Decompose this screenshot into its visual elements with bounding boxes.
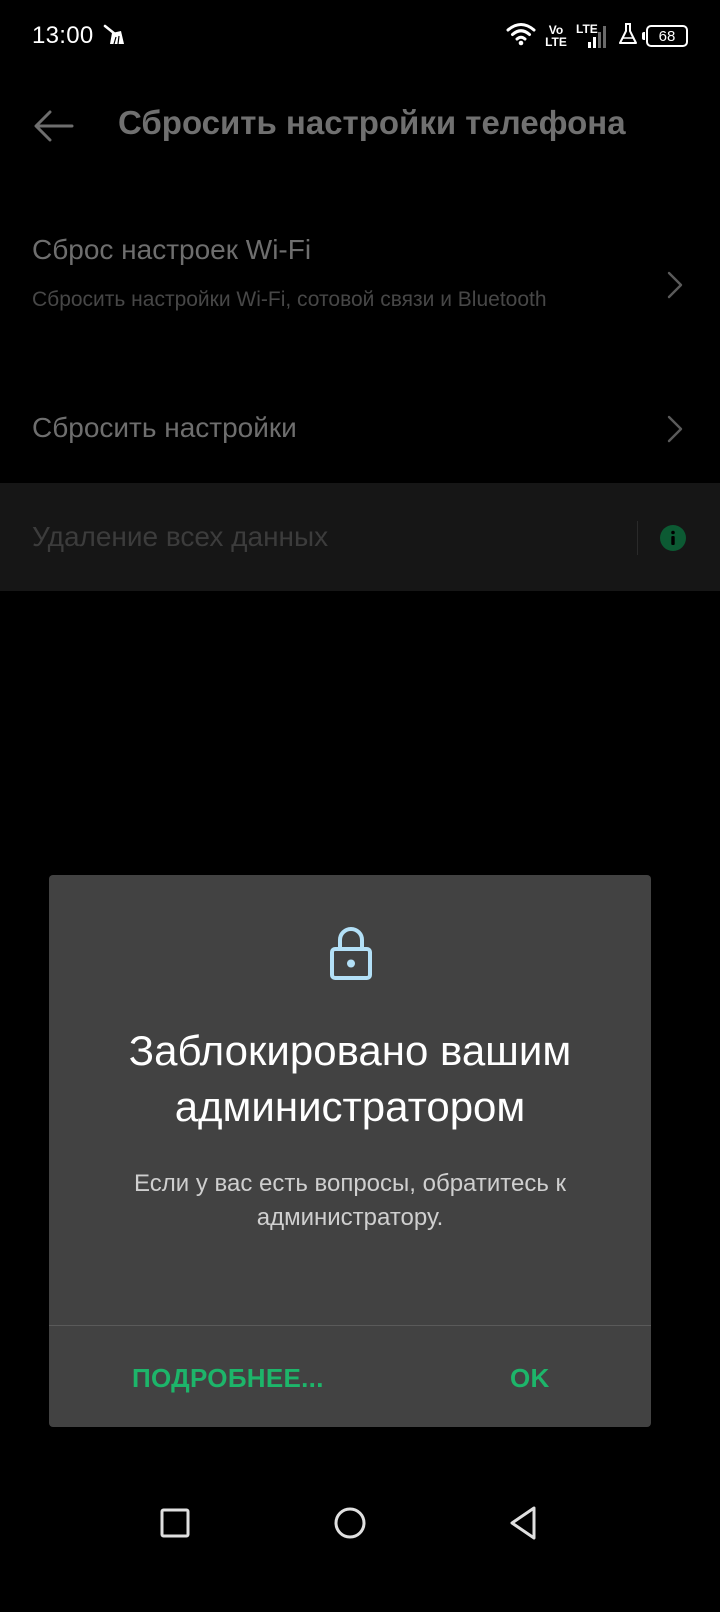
dialog-message: Если у вас есть вопросы, обратитесь к ад… [134, 1170, 566, 1231]
battery-level: 68 [658, 27, 676, 45]
setting-item-erase-all-data[interactable]: Удаление всех данных [0, 483, 720, 591]
dialog-title: Заблокировано вашим администратором [128, 1027, 572, 1130]
back-arrow-icon[interactable] [32, 104, 76, 148]
ok-button[interactable]: OK [510, 1363, 550, 1394]
home-circle-icon[interactable] [330, 1502, 370, 1542]
wifi-icon [506, 22, 536, 51]
chevron-right-icon [666, 270, 684, 300]
lock-icon [328, 925, 374, 981]
volte-line2: LTE [545, 35, 567, 49]
status-bar: 13:00 Vo LTE LTE 68 [0, 0, 720, 72]
cleaner-icon [102, 22, 126, 53]
recents-square-icon[interactable] [154, 1502, 194, 1542]
flask-icon [618, 22, 638, 51]
setting-item-title: Сбросить настройки [32, 412, 297, 443]
navigation-bar [0, 1480, 720, 1564]
setting-item-reset-settings[interactable]: Сбросить настройки [0, 378, 720, 482]
info-icon[interactable] [660, 525, 686, 551]
battery-icon: 68 [642, 25, 688, 47]
setting-item-title: Сброс настроек Wi-Fi [32, 234, 312, 265]
setting-item-subtitle: Сбросить настройки Wi-Fi, сотовой связи … [32, 288, 547, 311]
status-time: 13:00 [32, 22, 94, 49]
admin-blocked-dialog: Заблокировано вашим администратором Если… [49, 875, 651, 1427]
dialog-divider [49, 1325, 651, 1326]
more-details-button[interactable]: ПОДРОБНЕЕ... [132, 1363, 324, 1394]
status-icons: Vo LTE LTE 68 [506, 20, 688, 52]
cell-signal-icon: LTE [576, 22, 610, 50]
divider [637, 521, 638, 555]
chevron-right-icon [666, 414, 684, 444]
page-title: Сбросить настройки телефона [118, 104, 626, 141]
app-bar: Сбросить настройки телефона [0, 72, 720, 182]
back-triangle-icon[interactable] [504, 1502, 544, 1542]
volte-icon: Vo LTE [544, 24, 568, 48]
setting-item-title: Удаление всех данных [32, 521, 329, 552]
setting-item-wifi-reset[interactable]: Сброс настроек Wi-Fi Сбросить настройки … [0, 218, 720, 358]
